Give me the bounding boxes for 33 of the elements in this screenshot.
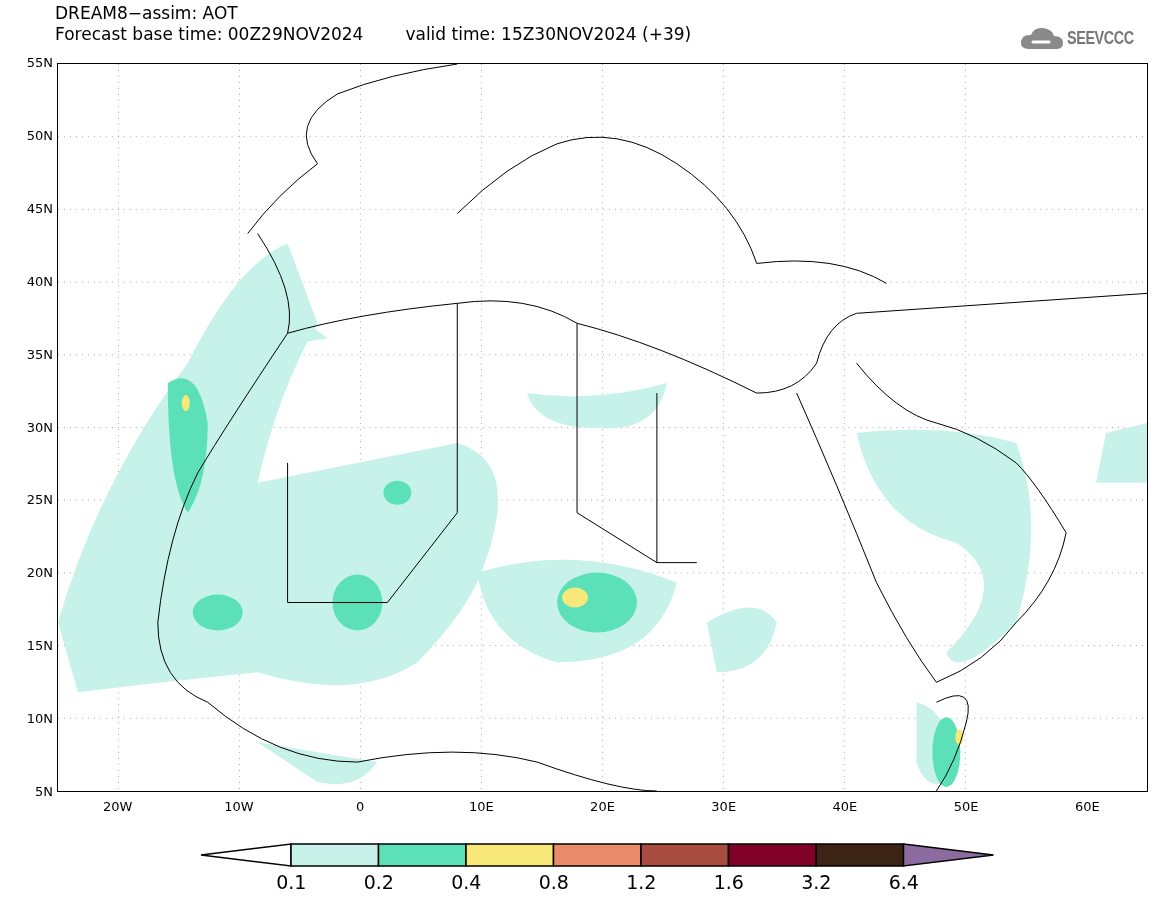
scale-label: 0.2 — [363, 871, 394, 893]
scale-label: 3.2 — [801, 871, 832, 893]
chart-title: DREAM8−assim: AOT — [55, 3, 239, 24]
scale-label: 0.4 — [451, 871, 482, 893]
logo-text: SEEVCCC — [1067, 27, 1135, 49]
latitude-label: 50N — [26, 128, 53, 143]
scale-label: 6.4 — [888, 871, 919, 893]
scale-label: 1.2 — [626, 871, 657, 893]
latitude-label: 20N — [26, 566, 53, 581]
latitude-label: 45N — [26, 201, 53, 216]
latitude-label: 15N — [26, 639, 53, 654]
longitude-label: 10W — [224, 800, 254, 814]
longitude-label: 60E — [1075, 800, 1100, 814]
longitude-label: 40E — [832, 800, 858, 814]
scale-label: 0.1 — [276, 871, 307, 893]
valid-time-text: valid time: 15Z30NOV2024 (+39) — [405, 24, 692, 45]
longitude-label: 30E — [711, 800, 737, 814]
base-time-text: Forecast base time: 00Z29NOV2024 — [55, 24, 364, 45]
longitude-label: 50E — [953, 800, 979, 814]
latitude-label: 5N — [35, 785, 53, 799]
scale-label: 0.8 — [538, 871, 569, 893]
longitude-label: 0 — [355, 800, 365, 814]
latitude-label: 25N — [26, 493, 53, 508]
longitude-label: 10E — [468, 800, 494, 814]
longitude-label: 20E — [590, 800, 615, 814]
latitude-label: 55N — [26, 56, 53, 70]
latitude-label: 35N — [26, 347, 53, 362]
scale-label: 1.6 — [713, 871, 744, 893]
latitude-label: 30N — [26, 420, 53, 435]
latitude-label: 10N — [26, 712, 53, 727]
longitude-label: 20W — [102, 800, 133, 814]
latitude-label: 40N — [26, 274, 53, 289]
cloud-icon — [1019, 25, 1066, 51]
